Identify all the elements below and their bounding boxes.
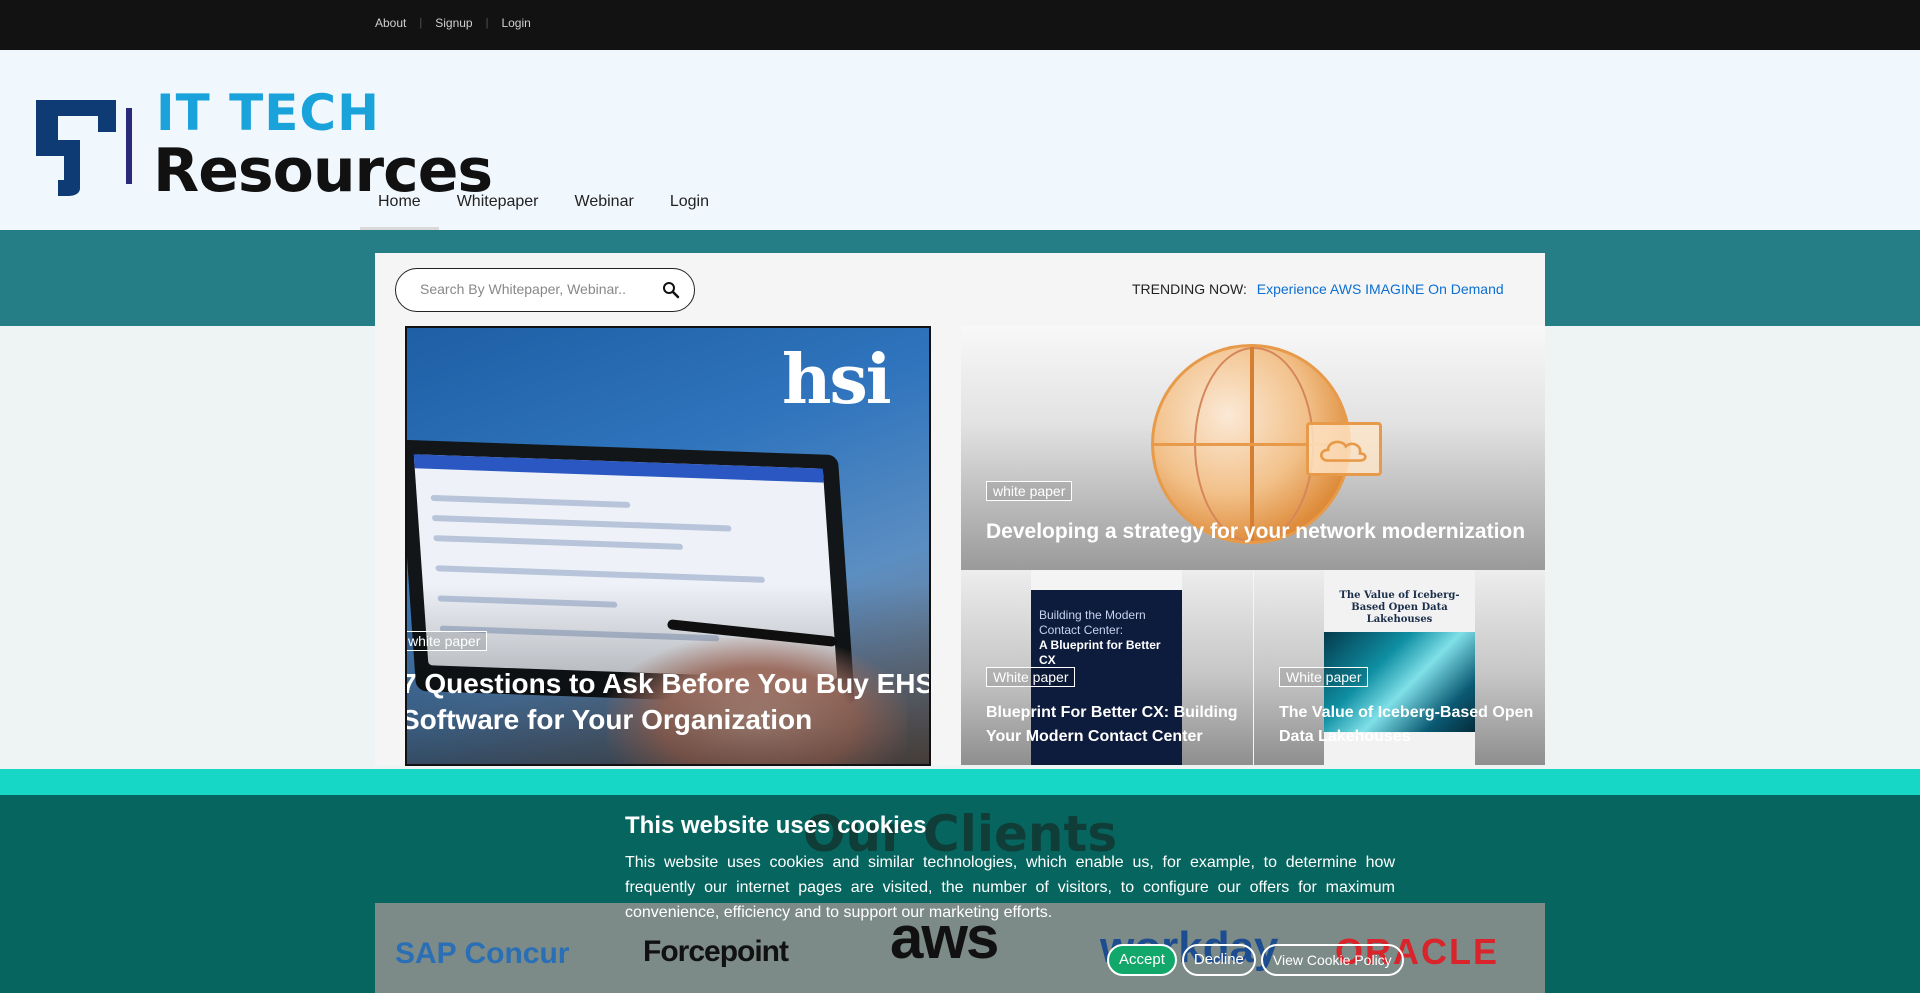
cookie-actions: Accept Decline View Cookie Policy	[1107, 944, 1404, 976]
card-tag: White paper	[1279, 667, 1369, 687]
top-link-about[interactable]: About	[375, 16, 406, 30]
featured-card-large[interactable]: hsi white paper 7 Questions to Ask Befor…	[405, 326, 931, 766]
cover-text: The Value of Iceberg-Based Open Data Lak…	[1339, 590, 1460, 625]
logo-mark-icon	[36, 100, 132, 196]
top-links: About | Signup | Login	[375, 16, 531, 30]
featured-card-network[interactable]: white paper Developing a strategy for yo…	[961, 326, 1545, 570]
main-nav: Home Whitepaper Webinar Login	[360, 192, 727, 230]
featured-card-cx[interactable]: Building the Modern Contact Center: A Bl…	[961, 570, 1253, 765]
card-title[interactable]: Developing a strategy for your network m…	[986, 520, 1525, 544]
search-icon[interactable]	[662, 281, 680, 299]
content-panel: TRENDING NOW: Experience AWS IMAGINE On …	[375, 253, 1545, 766]
featured-card-iceberg[interactable]: The Value of Iceberg-Based Open Data Lak…	[1254, 570, 1545, 765]
card-tag: white paper	[407, 631, 488, 651]
logo-line1: IT TECH	[156, 84, 380, 142]
cookie-banner: This website uses cookies This website u…	[625, 812, 1395, 925]
search-box	[395, 268, 695, 312]
card-title[interactable]: Blueprint For Better CX: Building Your M…	[986, 701, 1246, 749]
cover-bold-text: A Blueprint for Better CX	[1039, 638, 1161, 667]
card-tag: White paper	[986, 667, 1076, 687]
site-logo[interactable]: IT TECH Resources	[28, 84, 493, 206]
hsi-logo: hsi	[782, 340, 892, 420]
search-input[interactable]	[420, 281, 650, 297]
cookie-policy-button[interactable]: View Cookie Policy	[1260, 944, 1404, 976]
cyan-stripe	[0, 769, 1920, 795]
separator: |	[485, 17, 489, 29]
trending-now: TRENDING NOW: Experience AWS IMAGINE On …	[1132, 281, 1504, 297]
cloud-icon	[1306, 422, 1382, 476]
trending-label: TRENDING NOW:	[1132, 281, 1247, 297]
nav-item-home[interactable]: Home	[360, 192, 439, 230]
nav-item-whitepaper[interactable]: Whitepaper	[439, 192, 557, 230]
cover-text: Building the Modern Contact Center:	[1039, 608, 1146, 637]
card-title[interactable]: The Value of Iceberg-Based Open Data Lak…	[1279, 701, 1539, 749]
nav-item-webinar[interactable]: Webinar	[557, 192, 652, 230]
card-title[interactable]: 7 Questions to Ask Before You Buy EHS So…	[407, 666, 929, 738]
cookie-decline-button[interactable]: Decline	[1181, 944, 1256, 976]
nav-item-login[interactable]: Login	[652, 192, 727, 230]
trending-link[interactable]: Experience AWS IMAGINE On Demand	[1257, 281, 1504, 297]
client-logo-sap-concur: SAP Concur	[395, 937, 570, 970]
separator: |	[419, 17, 423, 29]
cookie-title: This website uses cookies	[625, 812, 927, 839]
card-tag: white paper	[986, 481, 1073, 501]
cookie-body: This website uses cookies and similar te…	[625, 854, 1395, 921]
top-link-signup[interactable]: Signup	[435, 16, 472, 30]
top-bar: About | Signup | Login	[0, 0, 1920, 50]
client-logo-forcepoint: Forcepoint	[643, 935, 789, 968]
top-link-login[interactable]: Login	[501, 16, 530, 30]
cookie-accept-button[interactable]: Accept	[1107, 944, 1177, 976]
site-header: IT TECH Resources Home Whitepaper Webina…	[0, 50, 1920, 230]
